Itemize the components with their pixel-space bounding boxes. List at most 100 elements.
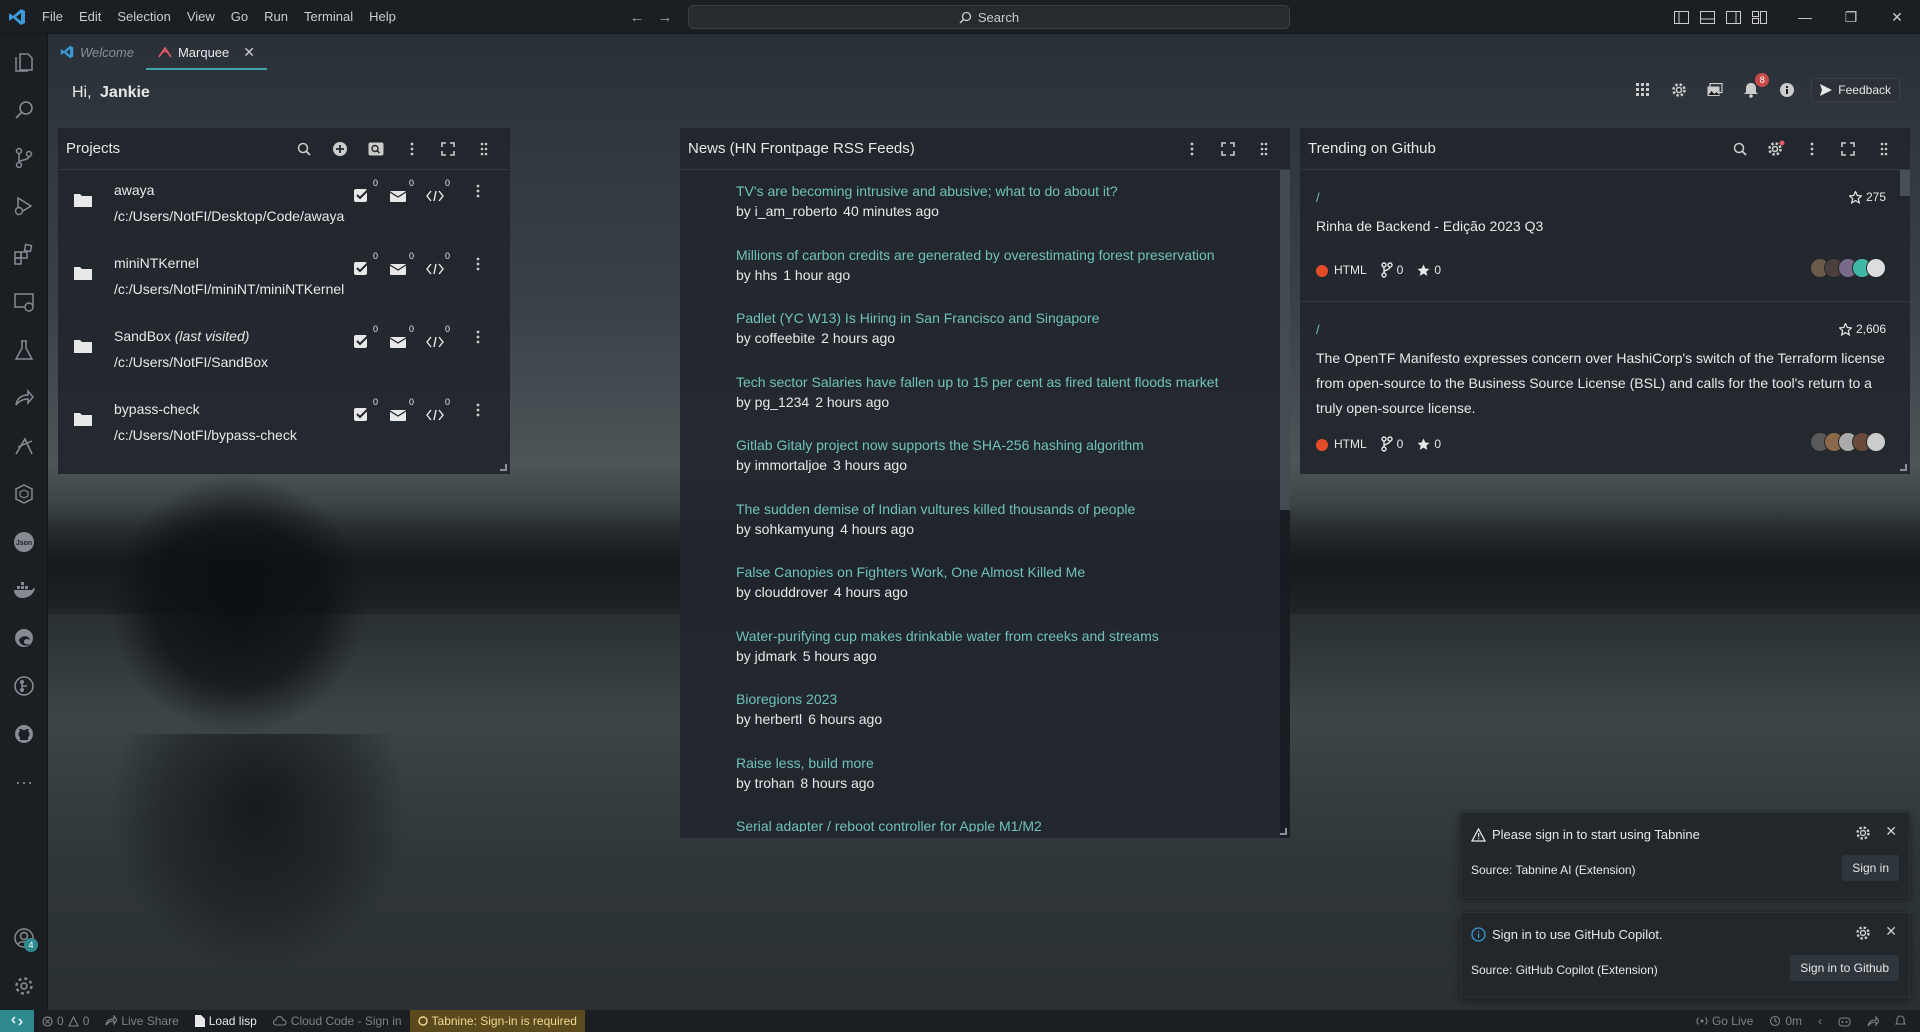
back-arrow-icon[interactable]: ← (628, 9, 646, 26)
forward-arrow-icon[interactable]: → (656, 9, 674, 26)
close-window-icon[interactable]: ✕ (1874, 0, 1920, 34)
menu-selection[interactable]: Selection (109, 0, 178, 34)
copilot-status-icon[interactable] (1830, 1010, 1859, 1032)
edge-icon[interactable] (0, 614, 48, 662)
trending-resize-handle[interactable] (1900, 464, 1907, 471)
news-link[interactable]: Gitlab Gitaly project now supports the S… (736, 436, 1280, 454)
news-link[interactable]: Tech sector Salaries have fallen up to 1… (736, 373, 1280, 391)
trending-more-icon[interactable] (1794, 134, 1830, 164)
todos-checkbox-icon[interactable]: 0 (354, 324, 378, 348)
repo-link[interactable]: / (1316, 322, 1320, 337)
projects-fullscreen-icon[interactable] (430, 134, 466, 164)
project-menu-icon[interactable] (476, 257, 480, 271)
menu-view[interactable]: View (179, 0, 223, 34)
todos-checkbox-icon[interactable]: 0 (354, 251, 378, 275)
snippets-code-icon[interactable]: 0 (426, 397, 450, 421)
news-scrollbar-thumb[interactable] (1280, 170, 1290, 510)
notification-settings-gear-icon[interactable] (1855, 825, 1871, 841)
menu-edit[interactable]: Edit (71, 0, 109, 34)
timer-status[interactable]: 0m (1761, 1010, 1810, 1032)
project-menu-icon[interactable] (476, 330, 480, 344)
info-icon[interactable] (1775, 78, 1799, 102)
live-share-status[interactable]: Live Share (97, 1010, 186, 1032)
repo-card[interactable]: / 275 Rinha de Backend - Edição 2023 Q3 … (1300, 170, 1910, 302)
load-lisp-status[interactable]: Load lisp (187, 1010, 265, 1032)
news-link[interactable]: Serial adapter / reboot controller for A… (736, 817, 1280, 832)
tab-marquee[interactable]: Marquee ✕ (145, 34, 268, 70)
minimize-icon[interactable]: — (1782, 0, 1828, 34)
kubernetes-icon[interactable] (0, 470, 48, 518)
feedback-status-icon[interactable] (1859, 1010, 1887, 1032)
news-link[interactable]: Millions of carbon credits are generated… (736, 246, 1280, 264)
news-link[interactable]: Bioregions 2023 (736, 690, 1280, 708)
find-project-icon[interactable] (358, 134, 394, 164)
news-link[interactable]: Padlet (YC W13) Is Hiring in San Francis… (736, 309, 1280, 327)
repo-card[interactable]: / 2,606 The OpenTF Manifesto expresses c… (1300, 302, 1910, 472)
snippets-code-icon[interactable]: 0 (426, 178, 450, 202)
news-fullscreen-icon[interactable] (1210, 134, 1246, 164)
source-control-icon[interactable] (0, 134, 48, 182)
news-drag-handle-icon[interactable] (1246, 134, 1282, 164)
projects-more-icon[interactable] (394, 134, 430, 164)
news-resize-handle[interactable] (1280, 828, 1287, 835)
news-link[interactable]: False Canopies on Fighters Work, One Alm… (736, 563, 1280, 581)
github-sign-in-button[interactable]: Sign in to Github (1790, 955, 1899, 981)
remote-explorer-icon[interactable] (0, 278, 48, 326)
notes-envelope-icon[interactable]: 0 (390, 324, 414, 348)
tabnine-sign-in-button[interactable]: Sign in (1842, 855, 1899, 881)
feedback-button[interactable]: Feedback (1811, 78, 1900, 102)
remote-indicator-icon[interactable] (0, 1010, 34, 1032)
widgets-grid-icon[interactable] (1631, 78, 1655, 102)
trending-fullscreen-icon[interactable] (1830, 134, 1866, 164)
deploy-icon[interactable] (0, 422, 48, 470)
live-share-icon[interactable] (0, 374, 48, 422)
news-link[interactable]: The sudden demise of Indian vultures kil… (736, 500, 1280, 518)
project-item[interactable]: miniNTKernel /c:/Users/NotFI/miniNT/mini… (58, 243, 510, 316)
search-trending-icon[interactable] (1722, 134, 1758, 164)
news-scrollbar[interactable] (1280, 170, 1290, 838)
github-icon[interactable] (0, 710, 48, 758)
news-link[interactable]: Raise less, build more (736, 754, 1280, 772)
project-item[interactable]: SandBox (last visited) /c:/Users/NotFI/S… (58, 316, 510, 389)
search-projects-icon[interactable] (286, 134, 322, 164)
close-notification-icon[interactable]: ✕ (1885, 823, 1897, 840)
menu-file[interactable]: File (34, 0, 71, 34)
menu-go[interactable]: Go (223, 0, 256, 34)
go-live-status[interactable]: Go Live (1688, 1010, 1761, 1032)
notification-settings-gear-icon[interactable] (1855, 925, 1871, 941)
notes-envelope-icon[interactable]: 0 (390, 251, 414, 275)
notes-envelope-icon[interactable]: 0 (390, 397, 414, 421)
explorer-icon[interactable] (0, 38, 48, 86)
docker-icon[interactable] (0, 566, 48, 614)
avatar[interactable] (1866, 432, 1886, 452)
tab-welcome[interactable]: Welcome (48, 34, 146, 70)
run-debug-icon[interactable] (0, 182, 48, 230)
customize-layout-icon[interactable] (1746, 0, 1772, 34)
trending-scrollbar-thumb[interactable] (1900, 170, 1910, 196)
testing-icon[interactable] (0, 326, 48, 374)
todos-checkbox-icon[interactable]: 0 (354, 397, 378, 421)
news-more-icon[interactable] (1174, 134, 1210, 164)
toggle-primary-sidebar-icon[interactable] (1668, 0, 1694, 34)
notes-envelope-icon[interactable]: 0 (390, 178, 414, 202)
notifications-status-bell-icon[interactable] (1887, 1010, 1914, 1032)
gitlens-icon[interactable] (0, 662, 48, 710)
tabnine-status[interactable]: Tabnine: Sign-in is required (409, 1010, 585, 1032)
close-tab-icon[interactable]: ✕ (243, 44, 255, 61)
trending-settings-gear-icon[interactable] (1758, 134, 1794, 164)
avatar[interactable] (1866, 258, 1886, 278)
wallpaper-images-icon[interactable] (1703, 78, 1727, 102)
toggle-panel-icon[interactable] (1694, 0, 1720, 34)
chevron-left-icon[interactable]: ‹ (1810, 1010, 1830, 1032)
todos-checkbox-icon[interactable]: 0 (354, 178, 378, 202)
snippets-code-icon[interactable]: 0 (426, 251, 450, 275)
command-center-search[interactable]: Search (688, 5, 1290, 29)
menu-run[interactable]: Run (256, 0, 296, 34)
restore-icon[interactable]: ❐ (1828, 0, 1874, 34)
json-icon[interactable]: Json (0, 518, 48, 566)
repo-link[interactable]: / (1316, 190, 1320, 205)
snippets-code-icon[interactable]: 0 (426, 324, 450, 348)
accounts-icon[interactable]: 4 (0, 914, 48, 962)
menu-terminal[interactable]: Terminal (296, 0, 361, 34)
news-link[interactable]: Water-purifying cup makes drinkable wate… (736, 627, 1280, 645)
